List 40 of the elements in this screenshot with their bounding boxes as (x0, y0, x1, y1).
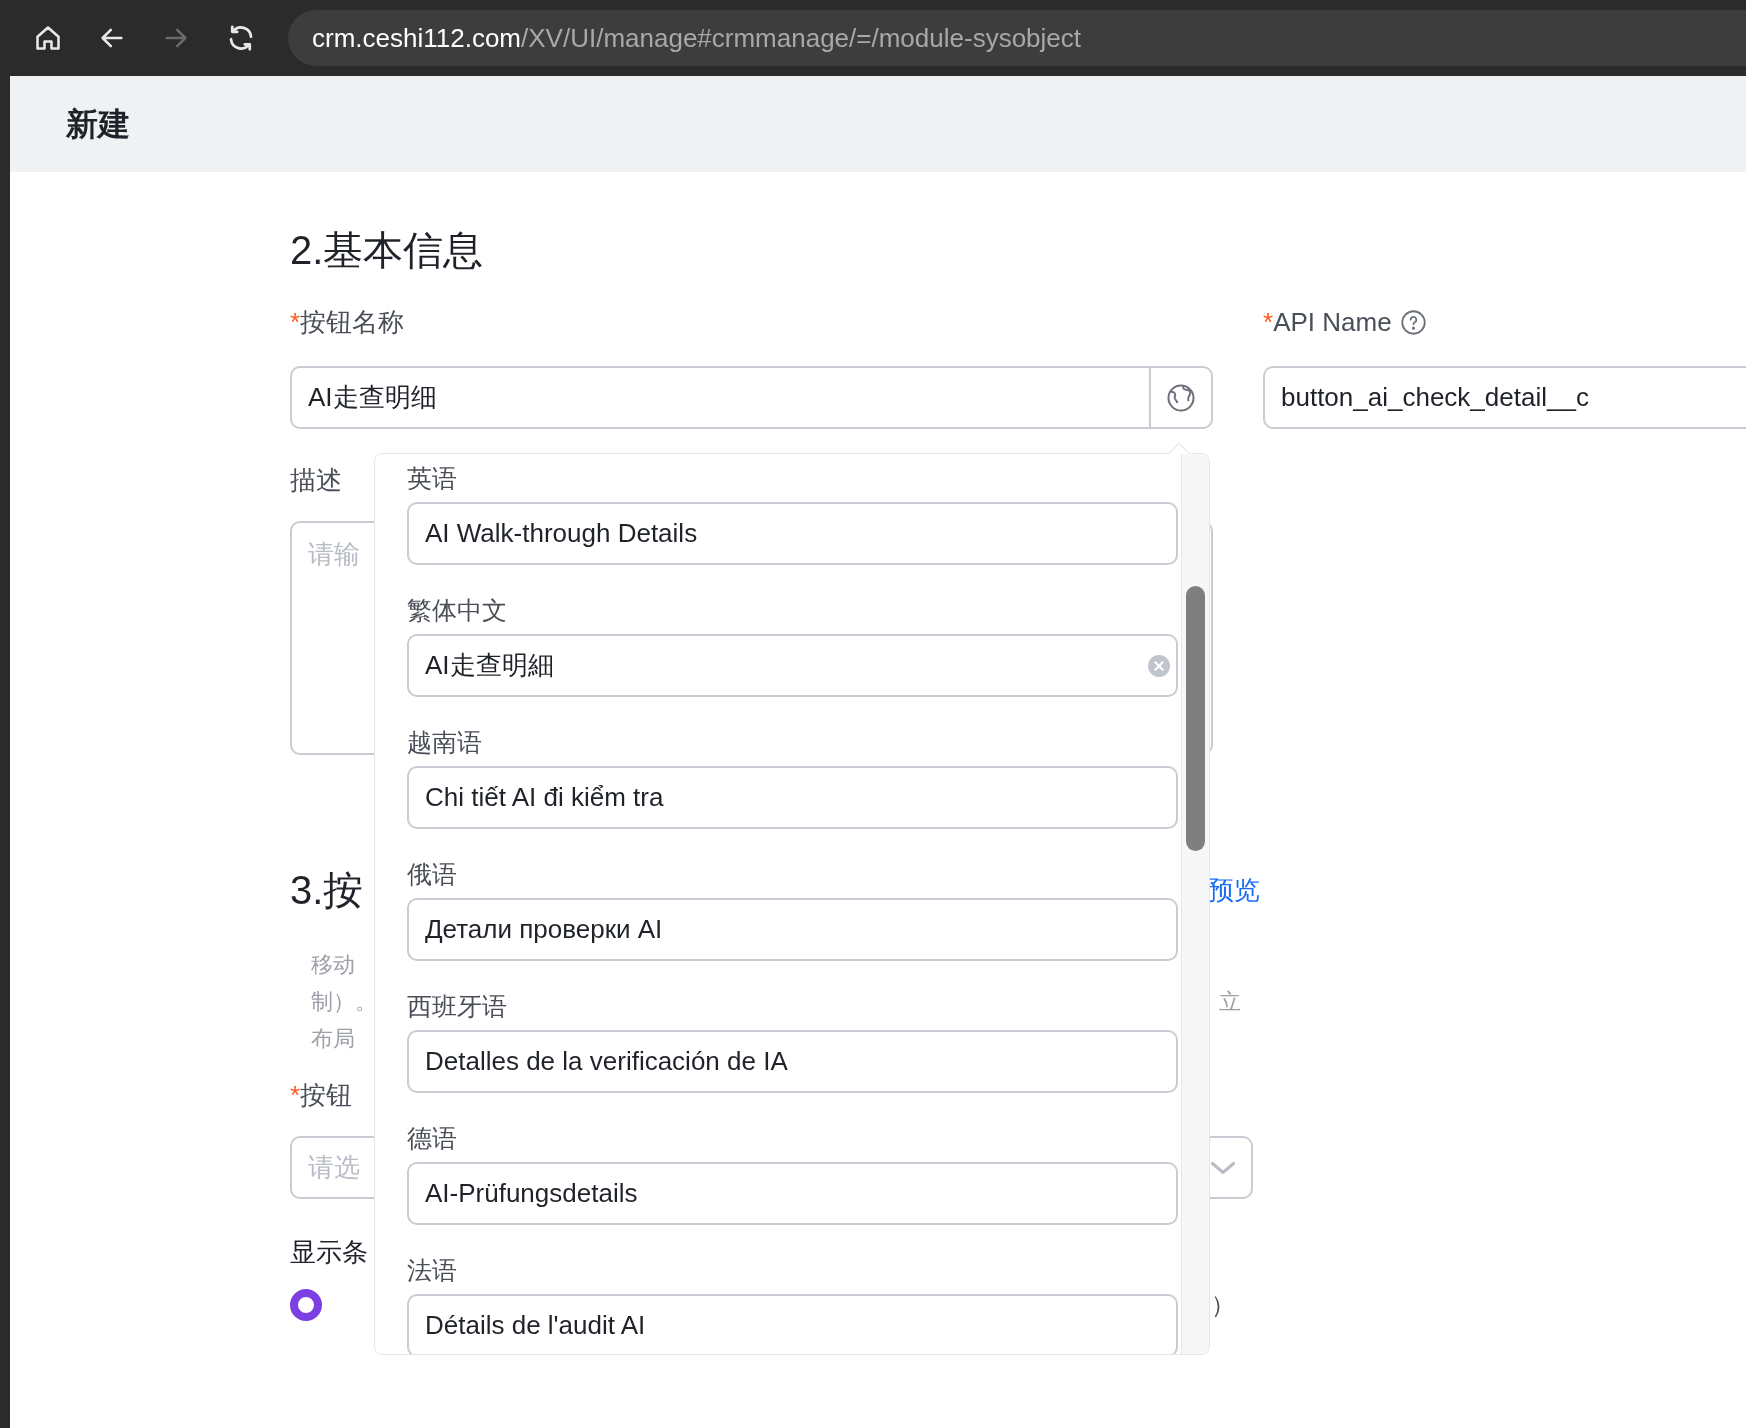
hint-text: 移动 (311, 951, 355, 979)
section-title: 3.按 (290, 867, 364, 914)
hint-text: 立 (1219, 988, 1241, 1016)
hint-text: 制）。 (311, 988, 377, 1016)
field-label: 按钮名称 (300, 306, 405, 339)
scrollbar-thumb[interactable] (1186, 586, 1205, 851)
home-icon[interactable] (34, 24, 62, 52)
translation-field[interactable]: AI-Prüfungsdetails (407, 1162, 1178, 1225)
address-bar[interactable]: crm.ceshi112.com/XV/UI/manage#crmmanage/=/module-sysobject (288, 10, 1746, 66)
field-label: 显示条 (290, 1237, 368, 1267)
required-mark: * (290, 1079, 301, 1112)
language-label: 西班牙语 (407, 992, 507, 1020)
translation-field[interactable]: Détails de l'audit AI (407, 1294, 1178, 1354)
translation-field[interactable]: Детали проверки AI (407, 898, 1178, 961)
translation-field[interactable]: AI走查明細 (407, 634, 1178, 697)
globe-icon (1166, 382, 1196, 413)
language-label: 英语 (407, 464, 457, 492)
help-icon[interactable] (1399, 308, 1427, 336)
hint-text: 布局 (311, 1025, 355, 1053)
input-field[interactable]: button_ai_check_detail__c (1263, 366, 1746, 429)
field-label: 按钮 (300, 1079, 353, 1112)
radio-button[interactable] (290, 1289, 322, 1321)
language-label: 越南语 (407, 728, 482, 756)
language-label: 繁体中文 (407, 596, 507, 624)
field-label: 描述 (290, 465, 342, 495)
section-title: 2.基本信息 (290, 228, 484, 272)
chevron-down-icon (1211, 1161, 1235, 1174)
language-label: 德语 (407, 1124, 457, 1152)
preview-link[interactable]: 预览 (1208, 870, 1260, 910)
language-label: 法语 (407, 1256, 457, 1284)
input-field[interactable]: AI走查明细 (290, 366, 1213, 429)
field-label: API Name (1273, 306, 1392, 339)
page-title: 新建 (66, 105, 130, 144)
translation-field[interactable]: Chi tiết AI đi kiểm tra (407, 766, 1178, 829)
translation-field[interactable]: Detalles de la verificación de IA (407, 1030, 1178, 1093)
option-label: ） (1211, 1290, 1235, 1320)
language-label: 俄语 (407, 860, 457, 888)
required-mark: * (290, 306, 301, 339)
translation-field[interactable]: AI Walk-through Details (407, 502, 1178, 565)
required-mark: * (1263, 306, 1274, 339)
